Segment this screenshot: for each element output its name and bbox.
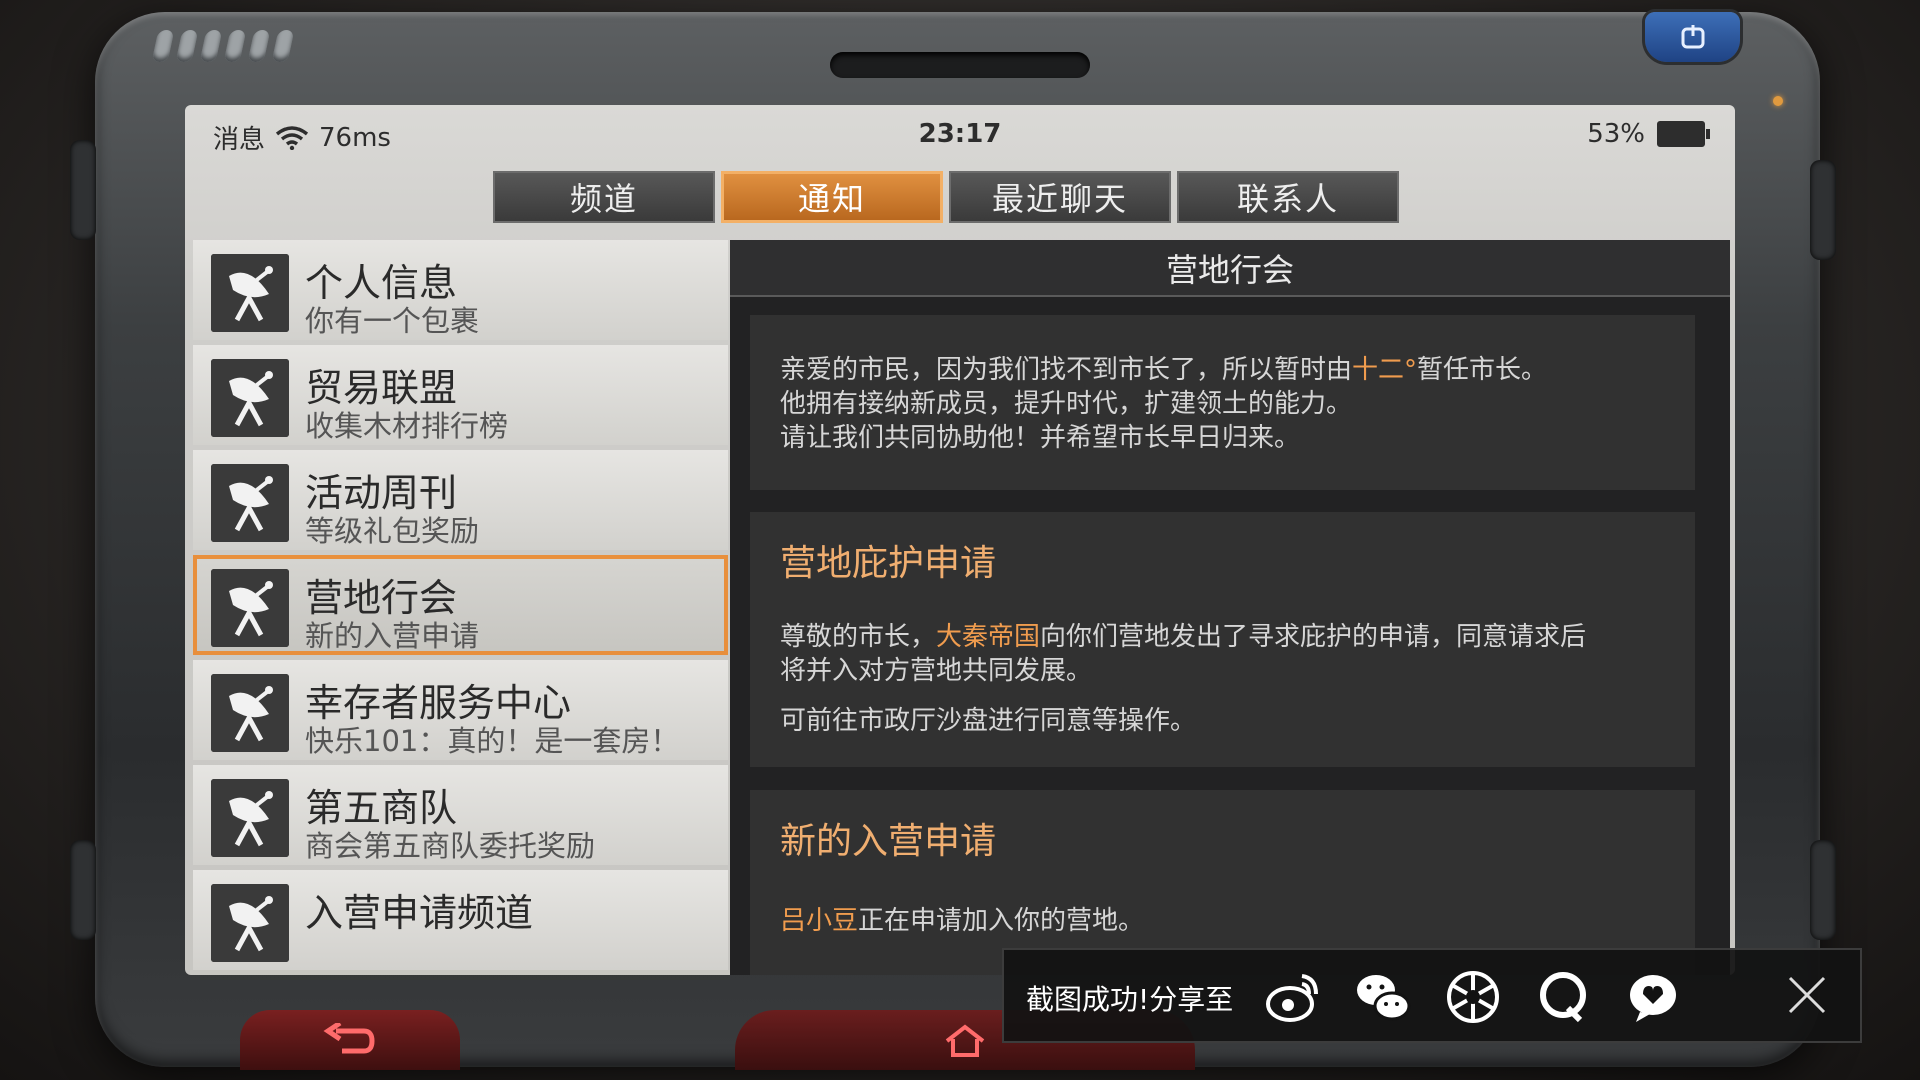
close-icon[interactable] (1782, 970, 1832, 1020)
satellite-dish-icon (211, 464, 289, 542)
empire-name-link[interactable]: 大秦帝国 (936, 622, 1040, 652)
satellite-dish-icon (211, 359, 289, 437)
tab-channel[interactable]: 频道 (493, 171, 715, 223)
back-button[interactable] (240, 1010, 460, 1070)
item-title: 入营申请频道 (305, 891, 534, 935)
frame-knob-right (1810, 160, 1836, 260)
share-toast-text: 截图成功!分享至 (1026, 983, 1234, 1016)
satellite-dish-icon (211, 779, 289, 857)
list-item[interactable]: 幸存者服务中心 快乐101：真的！是一套房！ (193, 660, 728, 760)
notice-line-1: 亲爱的市民，因为我们找不到市长了，所以暂时由十二°暂任市长。 (780, 353, 1665, 387)
protection-heading: 营地庇护申请 (780, 543, 997, 584)
protection-note: 可前往市政厅沙盘进行同意等操作。 (780, 706, 1197, 736)
power-button[interactable] (1645, 12, 1740, 62)
list-item[interactable]: 贸易联盟 收集木材排行榜 (193, 345, 728, 445)
item-subtitle: 等级礼包奖励 (305, 514, 480, 548)
list-item[interactable]: 第五商队 商会第五商队委托奖励 (193, 765, 728, 865)
item-subtitle: 收集木材排行榜 (305, 409, 509, 443)
notice-line-1-post: 暂任市长。 (1417, 355, 1548, 385)
join-text-body: 正在申请加入你的营地。 (858, 906, 1145, 936)
notice-line-3: 请让我们共同协助他！并希望市长早日归来。 (780, 423, 1301, 453)
qzone-icon[interactable] (1624, 968, 1682, 1026)
protection-request-card: 营地庇护申请 尊敬的市长，大秦帝国向你们营地发出了寻求庇护的申请，同意请求后 将… (750, 512, 1695, 767)
phone-screen: 消息 76ms 23:17 53% 频道 通知 最近聊天 联系人 个人信息 你有… (185, 105, 1735, 975)
mayor-name-link[interactable]: 十二° (1352, 355, 1417, 385)
detail-panel: 营地行会 亲爱的市民，因为我们找不到市长了，所以暂时由十二°暂任市长。 他拥有接… (730, 240, 1730, 975)
weibo-icon[interactable] (1264, 968, 1322, 1026)
notice-card: 亲爱的市民，因为我们找不到市长了，所以暂时由十二°暂任市长。 他拥有接纳新成员，… (750, 315, 1695, 490)
status-bar: 消息 76ms 23:17 53% (185, 105, 1735, 165)
list-item[interactable]: 个人信息 你有一个包裹 (193, 240, 728, 340)
item-subtitle: 你有一个包裹 (305, 304, 480, 338)
list-item[interactable]: 活动周刊 等级礼包奖励 (193, 450, 728, 550)
clock: 23:17 (918, 119, 1002, 149)
protection-text-pre: 尊敬的市长， (780, 622, 937, 652)
item-subtitle: 快乐101：真的！是一套房！ (305, 724, 680, 758)
notification-list: 个人信息 你有一个包裹 贸易联盟 收集木材排行榜 活动周刊 等级礼包奖励 营地行… (193, 240, 728, 975)
frame-slot (830, 52, 1090, 78)
status-led (1773, 96, 1783, 106)
list-item[interactable]: 入营申请频道 (193, 870, 728, 970)
satellite-dish-icon (211, 884, 289, 962)
battery-percent: 53% (1587, 119, 1645, 149)
frame-knob-left (70, 140, 96, 240)
item-subtitle: 商会第五商队委托奖励 (305, 829, 596, 863)
tab-recent-chats[interactable]: 最近聊天 (949, 171, 1171, 223)
list-item-selected[interactable]: 营地行会 新的入营申请 (193, 555, 728, 655)
protection-text-post: 向你们营地发出了寻求庇护的申请，同意请求后 (1040, 622, 1587, 652)
panel-title: 营地行会 (730, 240, 1730, 297)
frame-knob-left-bottom (70, 840, 96, 940)
notice-line-1-pre: 亲爱的市民，因为我们找不到市长了，所以暂时由 (780, 355, 1353, 385)
applicant-name-link[interactable]: 吕小豆 (780, 906, 858, 936)
wechat-icon[interactable] (1354, 968, 1412, 1026)
satellite-dish-icon (211, 569, 289, 647)
home-icon (945, 1024, 985, 1057)
battery-icon (1657, 121, 1710, 147)
satellite-dish-icon (211, 674, 289, 752)
item-subtitle: 新的入营申请 (305, 619, 480, 653)
back-arrow-icon (323, 1023, 375, 1054)
protection-text: 尊敬的市长，大秦帝国向你们营地发出了寻求庇护的申请，同意请求后 (780, 620, 1665, 654)
protection-text-line-2: 将并入对方营地共同发展。 (780, 656, 1093, 686)
qq-icon[interactable] (1534, 968, 1592, 1026)
notice-line-2: 他拥有接纳新成员，提升时代，扩建领土的能力。 (780, 389, 1353, 419)
tab-bar: 频道 通知 最近聊天 联系人 (493, 171, 1399, 223)
tab-contacts[interactable]: 联系人 (1177, 171, 1399, 223)
frame-vent (151, 30, 295, 62)
frame-knob-right-bottom (1810, 840, 1836, 940)
moments-icon[interactable] (1444, 968, 1502, 1026)
share-toast: 截图成功!分享至 (1002, 948, 1862, 1043)
power-icon (1681, 25, 1704, 49)
satellite-dish-icon (211, 254, 289, 332)
join-text: 吕小豆正在申请加入你的营地。 (780, 904, 1665, 938)
join-heading: 新的入营申请 (780, 821, 997, 862)
tab-notifications[interactable]: 通知 (721, 171, 943, 223)
